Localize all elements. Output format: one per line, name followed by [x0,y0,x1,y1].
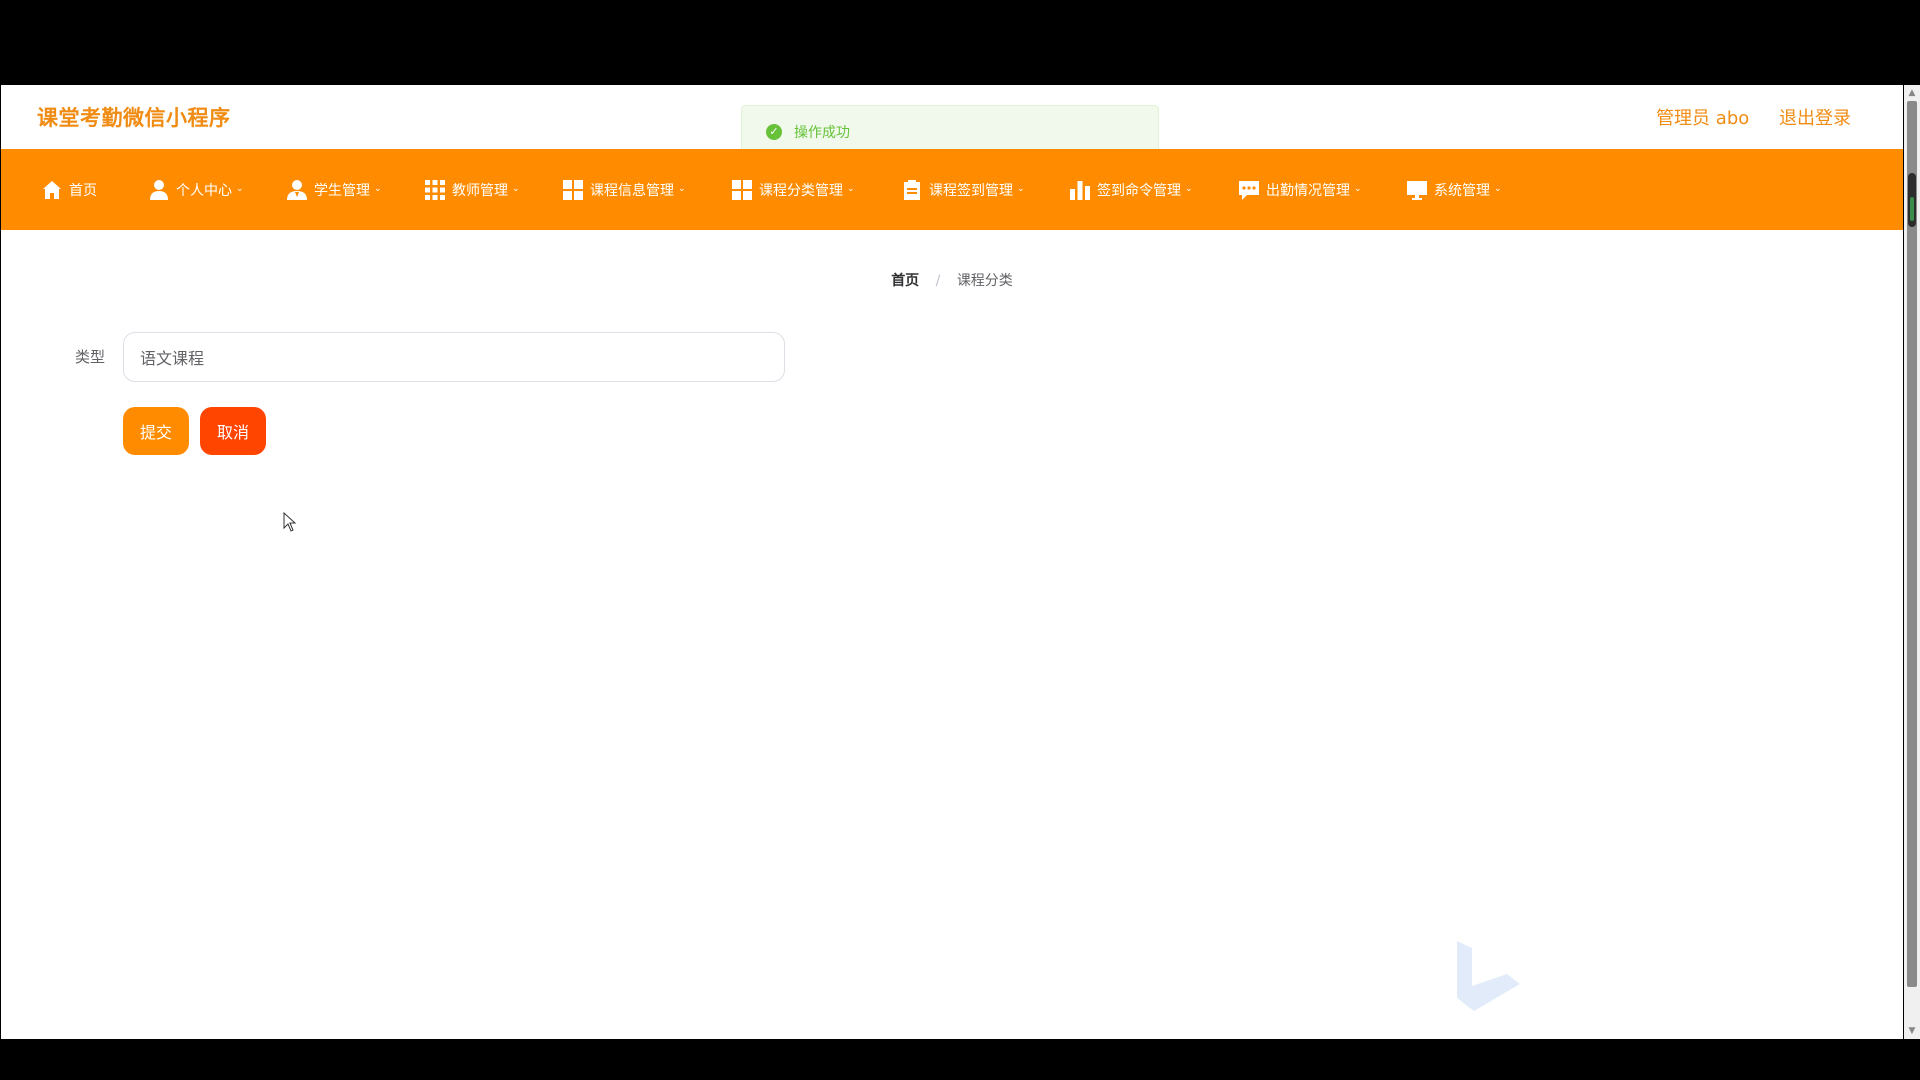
chevron-down-icon: ⌄ [374,183,382,194]
watermark-logo-icon [1452,936,1522,1020]
student-icon [286,179,308,201]
nav-label-personal-center: 个人中心 [176,182,232,199]
nav-item-student-management[interactable]: 学生管理 ⌄ [286,149,382,230]
bar-chart-icon [1069,179,1091,201]
logout-link[interactable]: 退出登录 [1779,108,1851,129]
nav-label-student-management: 学生管理 [314,182,370,199]
submit-button[interactable]: 提交 [123,407,189,455]
chevron-down-icon: ⌄ [236,183,244,194]
chevron-down-icon: ⌄ [1185,183,1193,194]
nav-label-course-checkin-management: 课程签到管理 [929,182,1013,199]
type-label: 类型 [75,348,106,366]
nav-label-checkin-command-management: 签到命令管理 [1097,182,1181,199]
nav-item-course-checkin-management[interactable]: 课程签到管理 ⌄ [901,149,1025,230]
chat-icon [1238,179,1260,201]
monitor-icon [1406,179,1428,201]
scrollbar-thumb[interactable] [1907,101,1917,987]
site-title: 课堂考勤微信小程序 [37,106,231,130]
scroll-down-icon[interactable]: ▼ [1904,1023,1920,1039]
main-nav: 首页 个人中心 ⌄ 学生管理 ⌄ 教师管理 ⌄ 课程信息管理 ⌄ 课程分类管理 … [1,149,1903,230]
nav-item-personal-center[interactable]: 个人中心 ⌄ [148,149,244,230]
toast-message: 操作成功 [794,125,850,141]
dashboard-icon [562,179,584,201]
admin-user-link[interactable]: 管理员 abo [1656,108,1749,129]
breadcrumb-current: 课程分类 [956,273,1013,289]
nav-item-home[interactable]: 首页 [41,149,97,230]
chevron-down-icon: ⌄ [847,183,855,194]
grid-icon [424,179,446,201]
type-input[interactable] [123,332,785,382]
chevron-down-icon: ⌄ [512,183,520,194]
nav-label-course-category-management: 课程分类管理 [759,182,843,199]
nav-item-attendance-management[interactable]: 出勤情况管理 ⌄ [1238,149,1362,230]
mouse-cursor-icon [283,511,297,536]
nav-label-course-info-management: 课程信息管理 [590,182,674,199]
nav-label-attendance-management: 出勤情况管理 [1266,182,1350,199]
user-icon [148,179,170,201]
nav-label-home: 首页 [69,182,97,199]
chevron-down-icon: ⌄ [1354,183,1362,194]
clipboard-icon [901,179,923,201]
chevron-down-icon: ⌄ [678,183,686,194]
chevron-down-icon: ⌄ [1494,183,1502,194]
cancel-button[interactable]: 取消 [200,407,266,455]
nav-label-system-management: 系统管理 [1434,182,1490,199]
nav-item-system-management[interactable]: 系统管理 ⌄ [1406,149,1502,230]
scrollbar-accent [1908,173,1916,227]
dashboard-icon [731,179,753,201]
nav-label-teacher-management: 教师管理 [452,182,508,199]
header-user-area: 管理员 abo 退出登录 [1632,104,1851,130]
breadcrumb: 首页 / 课程分类 [1,270,1903,290]
vertical-scrollbar[interactable]: ▲ ▼ [1904,85,1920,1039]
chevron-down-icon: ⌄ [1017,183,1025,194]
breadcrumb-home[interactable]: 首页 [891,273,919,289]
breadcrumb-separator: / [935,273,941,289]
nav-item-course-category-management[interactable]: 课程分类管理 ⌄ [731,149,855,230]
nav-item-teacher-management[interactable]: 教师管理 ⌄ [424,149,520,230]
nav-item-checkin-command-management[interactable]: 签到命令管理 ⌄ [1069,149,1193,230]
nav-item-course-info-management[interactable]: 课程信息管理 ⌄ [562,149,686,230]
check-circle-icon: ✓ [766,124,782,140]
home-icon [41,179,63,201]
scroll-up-icon[interactable]: ▲ [1904,85,1920,101]
browser-viewport: 课堂考勤微信小程序 管理员 abo 退出登录 ✓ 操作成功 首页 个人中心 ⌄ [1,85,1903,1039]
